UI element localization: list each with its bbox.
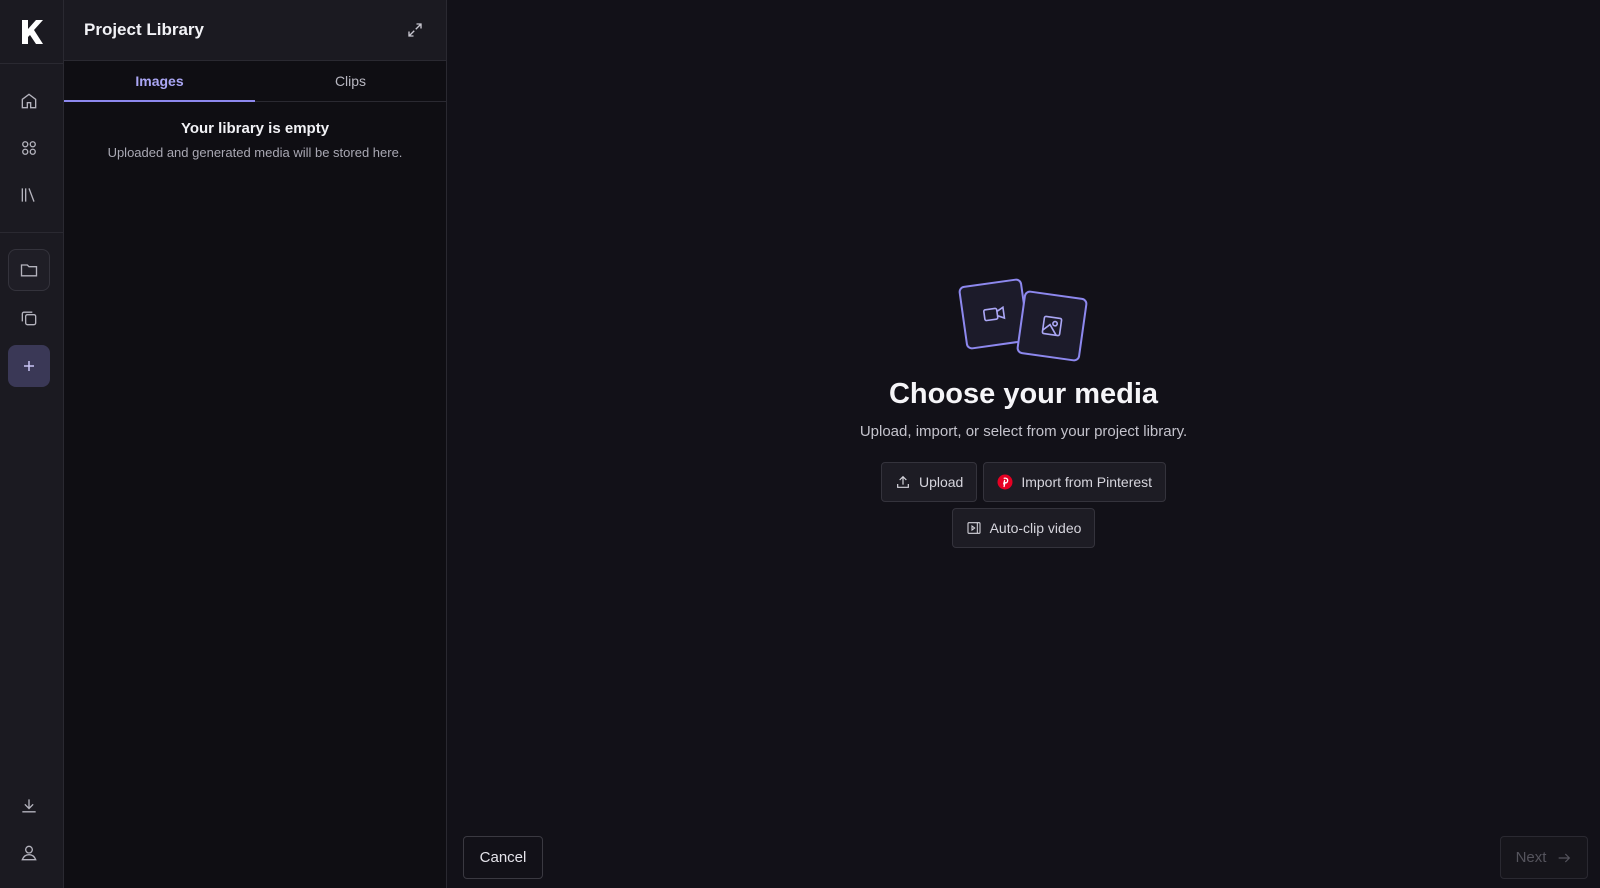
rail-divider <box>0 232 63 233</box>
auto-clip-icon <box>967 522 981 534</box>
empty-state: Your library is empty Uploaded and gener… <box>64 102 446 160</box>
panel-title: Project Library <box>84 20 204 39</box>
left-rail <box>0 0 64 888</box>
account-button[interactable] <box>8 832 50 874</box>
grid-icon <box>22 141 36 155</box>
library-tabs: Images Clips <box>64 61 446 102</box>
arrow-right-icon <box>1559 853 1571 862</box>
app-window: Project Library Images Clips Your librar… <box>0 0 1600 888</box>
video-camera-icon <box>982 305 1005 322</box>
copy-icon <box>21 311 37 326</box>
apps-button[interactable] <box>8 127 50 169</box>
main-area: Choose your media Upload, import, or sel… <box>447 0 1600 888</box>
plus-icon <box>24 361 34 371</box>
upload-label: Upload <box>918 474 964 490</box>
home-icon <box>21 93 37 109</box>
cancel-button[interactable]: Cancel <box>463 836 543 879</box>
import-pinterest-button[interactable]: Import from Pinterest <box>983 462 1167 502</box>
page-subtitle: Upload, import, or select from your proj… <box>859 423 1188 440</box>
library-icon <box>21 188 35 202</box>
pinterest-label: Import from Pinterest <box>1021 474 1153 490</box>
tab-images[interactable]: Images <box>64 61 255 102</box>
expand-icon <box>408 23 422 37</box>
image-card <box>1015 289 1088 363</box>
project-library-button[interactable] <box>8 249 50 291</box>
library-button[interactable] <box>8 174 50 216</box>
folder-icon <box>20 264 38 277</box>
panel-header: Project Library <box>64 0 446 61</box>
k-logo-icon <box>21 19 43 44</box>
empty-subtitle: Uploaded and generated media will be sto… <box>107 145 403 160</box>
page-title: Choose your media <box>888 378 1159 410</box>
download-button[interactable] <box>8 785 50 827</box>
image-icon <box>1041 315 1062 337</box>
media-chooser: Choose your media Upload, import, or sel… <box>447 277 1600 548</box>
duplicate-button[interactable] <box>8 297 50 339</box>
empty-title: Your library is empty <box>180 120 330 137</box>
auto-clip-button[interactable]: Auto-clip video <box>951 508 1096 548</box>
tab-clips[interactable]: Clips <box>255 61 446 101</box>
next-label: Next <box>1515 849 1547 866</box>
upload-icon <box>897 475 909 488</box>
next-button[interactable]: Next <box>1500 836 1588 879</box>
pinterest-icon <box>997 474 1013 490</box>
auto-clip-label: Auto-clip video <box>989 520 1082 536</box>
home-button[interactable] <box>8 80 50 122</box>
user-icon <box>21 845 37 861</box>
download-icon <box>22 799 36 813</box>
expand-button[interactable] <box>404 19 426 41</box>
app-logo[interactable] <box>0 0 63 64</box>
upload-button[interactable]: Upload <box>880 462 978 502</box>
clip-actions: Auto-clip video <box>951 508 1096 548</box>
import-actions: Upload Import from Pinterest <box>880 462 1167 502</box>
project-library-panel: Project Library Images Clips Your librar… <box>64 0 447 888</box>
new-button[interactable] <box>8 345 50 387</box>
media-illustration <box>954 277 1094 370</box>
